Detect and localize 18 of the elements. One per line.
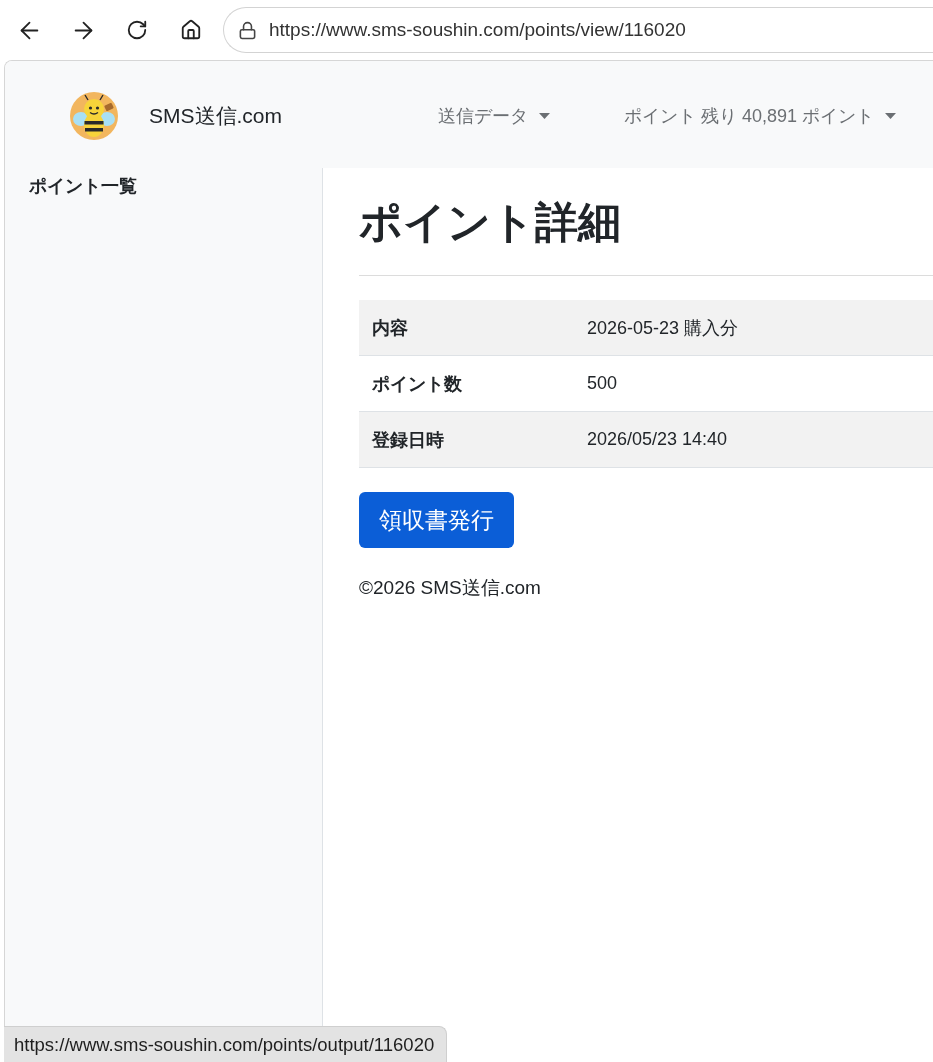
page-title: ポイント詳細 — [359, 197, 622, 248]
receipt-button[interactable]: 領収書発行 — [359, 492, 514, 548]
lock-icon — [238, 20, 257, 40]
nav-dropdown-link[interactable]: ポイント 残り 40,891 ポイント — [586, 103, 933, 128]
row-label-cell-text: ポイント数 — [371, 372, 463, 396]
row-value-cell-text: 2026/05/23 14:40 — [586, 428, 729, 451]
copyright-text: ©2026 SMS送信.com — [359, 576, 542, 600]
status-url-tooltip: https://www.sms-soushin.com/points/output/116020 — [4, 1026, 448, 1062]
nav-dropdown-link[interactable]: 送信データ — [400, 103, 587, 128]
row-value-cell-text: 2026-05-23 購入分 — [586, 316, 740, 340]
sidebar-link[interactable]: ポイント一覧 — [29, 174, 137, 198]
row-label-cell-text: 登録日時 — [371, 428, 445, 452]
brand-link[interactable]: SMS送信.com — [70, 91, 401, 140]
caret-icon — [538, 112, 550, 119]
bee-logo-icon — [70, 91, 118, 140]
row-label-cell-text: 内容 — [371, 316, 409, 340]
row-value-cell-text: 500 — [586, 372, 619, 395]
caret-icon — [885, 112, 896, 119]
